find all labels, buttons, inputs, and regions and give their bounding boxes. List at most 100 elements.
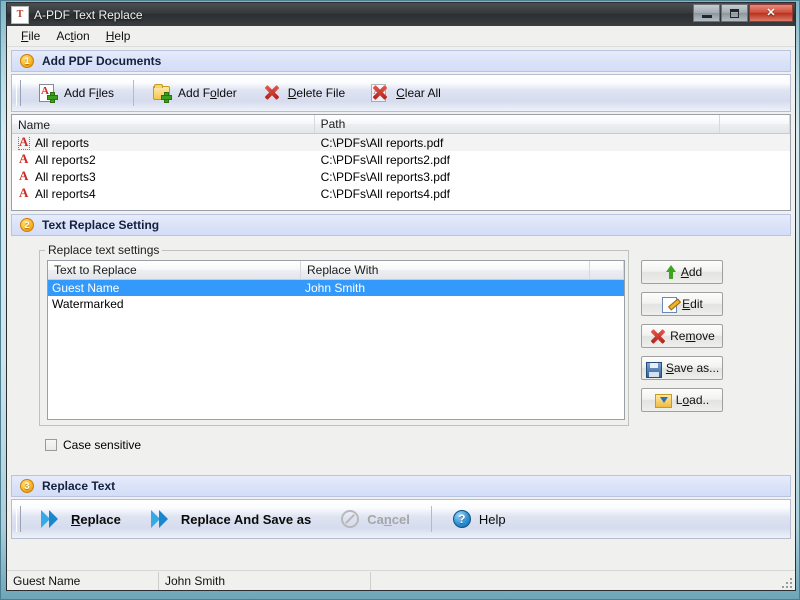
save-as-label: Save as... — [665, 361, 720, 375]
replace-rules-list[interactable]: Text to Replace Replace With Guest Name … — [47, 260, 625, 420]
replace-and-save-as-button[interactable]: Replace And Save as — [136, 502, 326, 536]
status-panel-1: Guest Name — [7, 571, 159, 590]
status-bar: Guest Name John Smith — [7, 570, 795, 590]
section-header-text-replace-setting: 2 Text Replace Setting — [11, 214, 791, 236]
checkbox-box[interactable] — [45, 439, 57, 451]
clear-all-button[interactable]: Clear All — [358, 77, 454, 109]
add-files-button[interactable]: Add Files — [26, 77, 127, 109]
action-toolbar-grip[interactable] — [16, 506, 21, 532]
add-files-label: Add Files — [64, 86, 115, 100]
pdf-file-icon — [18, 187, 32, 201]
case-sensitive-checkbox[interactable]: Case sensitive — [45, 438, 141, 452]
action-toolbar: Replace Replace And Save as Cancel ? Hel… — [11, 499, 791, 539]
add-folder-icon — [153, 84, 173, 103]
open-folder-icon — [654, 392, 672, 408]
text-replace-settings-panel: Replace text settings Text to Replace Re… — [11, 236, 791, 472]
replace-list-header: Text to Replace Replace With — [48, 261, 624, 280]
client-area: File Action Help 1 Add PDF Documents Add… — [6, 26, 796, 591]
list-item[interactable]: Watermarked — [48, 296, 624, 312]
add-rule-button[interactable]: Add — [641, 260, 723, 284]
menu-action[interactable]: Action — [50, 27, 99, 45]
toolbar-separator — [133, 80, 135, 106]
groupbox-label: Replace text settings — [45, 243, 163, 257]
section-title-1: Add PDF Documents — [42, 54, 162, 68]
clear-all-label: Clear All — [396, 86, 441, 100]
red-x-icon — [649, 328, 665, 344]
window-frame: T A-PDF Text Replace ✕ File Action Help … — [0, 0, 800, 600]
menu-help[interactable]: Help — [100, 27, 141, 45]
window-controls: ✕ — [693, 4, 793, 22]
table-row[interactable]: All reports4 C:\PDFs\All reports4.pdf — [12, 185, 790, 202]
add-folder-button[interactable]: Add Folder — [140, 77, 250, 109]
load-label: Load.. — [675, 393, 710, 407]
app-icon: T — [11, 5, 29, 24]
question-circle-icon: ? — [452, 510, 471, 528]
file-path: C:\PDFs\All reports2.pdf — [320, 152, 450, 167]
table-row[interactable]: All reports3 C:\PDFs\All reports3.pdf — [12, 168, 790, 185]
resize-grip-icon[interactable] — [780, 576, 792, 588]
arrow-up-icon — [662, 264, 676, 280]
save-as-button[interactable]: Save as... — [641, 356, 723, 380]
rule-text-to-replace: Guest Name — [52, 281, 120, 295]
double-chevron-icon — [41, 510, 63, 528]
no-entry-icon — [341, 510, 360, 528]
remove-rule-button[interactable]: Remove — [641, 324, 723, 348]
close-icon: ✕ — [766, 6, 776, 19]
table-row[interactable]: All reports2 C:\PDFs\All reports2.pdf — [12, 151, 790, 168]
edit-note-icon — [661, 296, 678, 313]
file-path: C:\PDFs\All reports4.pdf — [320, 186, 450, 201]
file-name: All reports2 — [35, 152, 96, 167]
file-path: C:\PDFs\All reports3.pdf — [320, 169, 450, 184]
menu-file[interactable]: File — [15, 27, 50, 45]
status-panel-2: John Smith — [159, 571, 371, 590]
menu-bar: File Action Help — [7, 26, 795, 47]
help-button[interactable]: ? Help — [438, 502, 521, 536]
table-row[interactable]: All reports C:\PDFs\All reports.pdf — [12, 134, 790, 151]
delete-file-icon — [263, 84, 281, 102]
window-title: A-PDF Text Replace — [34, 7, 143, 22]
maximize-button[interactable] — [721, 4, 748, 22]
column-header-extra[interactable] — [590, 261, 624, 279]
toolbar-grip[interactable] — [16, 80, 21, 106]
floppy-disk-icon — [645, 360, 662, 378]
minimize-icon — [701, 14, 712, 18]
step-badge-2: 2 — [20, 218, 34, 232]
remove-rule-label: Remove — [670, 329, 715, 343]
file-name: All reports3 — [35, 169, 96, 184]
file-list-header: Name Path — [12, 115, 790, 134]
list-item[interactable]: Guest Name John Smith — [48, 280, 624, 296]
minimize-button[interactable] — [693, 4, 720, 22]
column-header-extra[interactable] — [720, 115, 790, 133]
section-title-2: Text Replace Setting — [42, 218, 160, 232]
column-header-path[interactable]: Path — [315, 115, 721, 133]
column-header-name[interactable]: Name — [12, 115, 315, 133]
column-header-replace-with[interactable]: Replace With — [301, 261, 590, 279]
pdf-file-icon — [18, 153, 32, 167]
rule-replace-with: John Smith — [305, 281, 366, 295]
step-badge-1: 1 — [20, 54, 34, 68]
column-header-text-to-replace[interactable]: Text to Replace — [48, 261, 301, 279]
file-toolbar: Add Files Add Folder Delete File Cle — [11, 74, 791, 112]
status-panel-3 — [371, 572, 795, 590]
title-bar: T A-PDF Text Replace ✕ — [6, 2, 796, 26]
pdf-file-icon — [18, 170, 32, 184]
close-button[interactable]: ✕ — [749, 4, 793, 22]
load-button[interactable]: Load.. — [641, 388, 723, 412]
delete-file-button[interactable]: Delete File — [250, 77, 358, 109]
clear-all-icon — [371, 84, 389, 102]
replace-button[interactable]: Replace — [26, 502, 136, 536]
help-label: Help — [478, 511, 506, 527]
replace-and-save-as-label: Replace And Save as — [180, 511, 312, 527]
pdf-file-list[interactable]: Name Path All reports C:\PDFs\All report… — [11, 114, 791, 211]
cancel-label: Cancel — [367, 511, 410, 527]
edit-rule-label: Edit — [682, 297, 703, 311]
edit-rule-button[interactable]: Edit — [641, 292, 723, 316]
add-rule-label: Add — [680, 265, 703, 279]
double-chevron-icon — [150, 510, 173, 528]
section-header-replace-text: 3 Replace Text — [11, 475, 791, 497]
rule-text-to-replace: Watermarked — [52, 297, 124, 311]
add-files-icon — [39, 84, 58, 103]
delete-file-label: Delete File — [287, 86, 346, 100]
step-badge-3: 3 — [20, 479, 34, 493]
replace-label: Replace — [71, 511, 121, 527]
